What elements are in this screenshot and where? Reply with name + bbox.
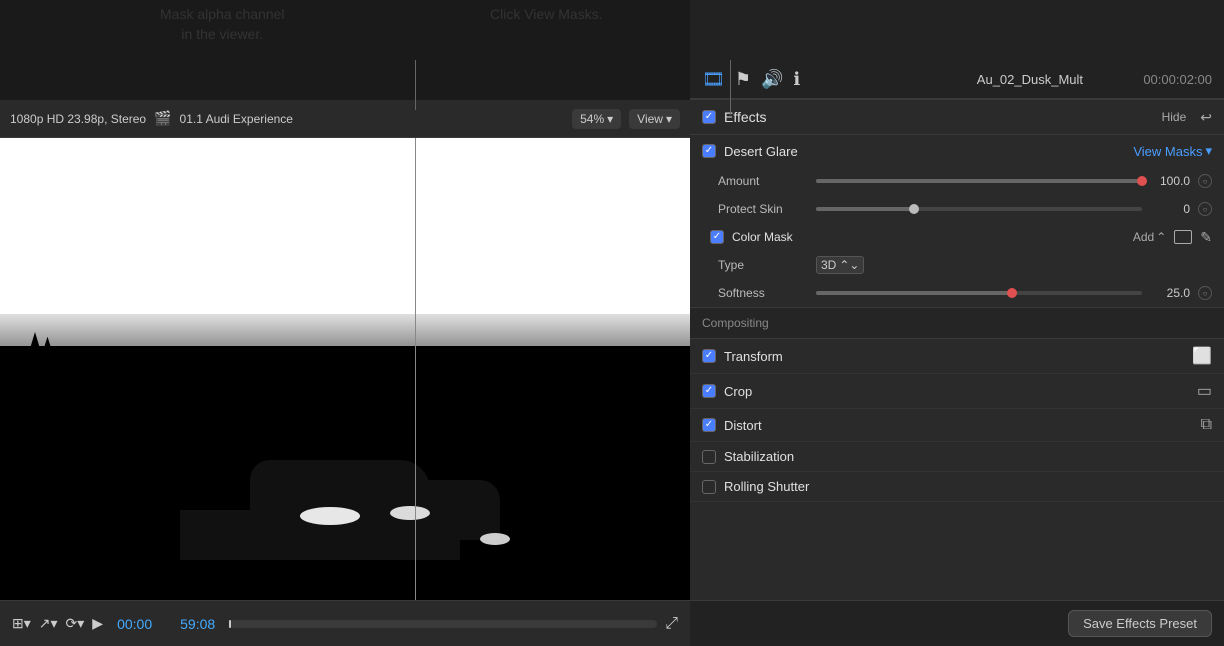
film-strip-icon[interactable]: 🎞 [702,69,725,90]
pointer-button[interactable]: ↗▾ [39,615,58,632]
protect-skin-slider[interactable] [816,207,1142,211]
crop-row: ✓ Crop ▭ [690,374,1224,409]
right-toolbar: 🎞 ⚑ 🔊 ℹ Au_02_Dusk_Mult 00:00:02:00 [690,61,1224,99]
rolling-shutter-checkbox[interactable] [702,480,716,494]
clip-duration: 00:00:02:00 [1143,72,1212,87]
timeline-progress [229,620,231,628]
protect-skin-label: Protect Skin [718,202,808,216]
annotation-left: Mask alpha channel in the viewer. [160,5,285,44]
softness-fill [816,291,1012,295]
right-panel: 🎞 ⚑ 🔊 ℹ Au_02_Dusk_Mult 00:00:02:00 ✓ Ef… [690,0,1224,646]
clip-name-text: 01.1 Audi Experience [180,112,293,126]
stabilization-row: Stabilization [690,442,1224,472]
info-icon[interactable]: ℹ [793,69,800,90]
protect-skin-thumb[interactable] [909,204,919,214]
speed-button[interactable]: ⟳▾ [66,615,85,632]
transform-row: ✓ Transform ⬜ [690,339,1224,374]
viewer-image [0,138,690,600]
rect-icon[interactable] [1174,230,1192,244]
softness-reset[interactable]: ○ [1198,286,1212,300]
annotation-area: Mask alpha channel in the viewer. Click … [0,0,690,100]
amount-value: 100.0 [1150,174,1190,188]
effects-header: ✓ Effects Hide ↩ [690,100,1224,135]
color-mask-row: ✓ Color Mask Add ⌃ ✎ [690,223,1224,251]
color-mask-name: Color Mask [732,230,1125,244]
timecode-total: 59:08 [180,616,215,632]
softness-row: Softness 25.0 ○ [690,279,1224,307]
transform-name: Transform [724,349,1184,364]
softness-label: Softness [718,286,808,300]
transport-bar: ⊞▾ ↗▾ ⟳▾ ▶ 00:00 59:08 ⤢ [0,600,690,646]
film-icon: 🎬 [154,110,171,127]
protect-skin-fill [816,207,914,211]
type-label: Type [718,258,808,272]
transform-checkbox[interactable]: ✓ [702,349,716,363]
compositing-header: Compositing [690,308,1224,339]
protect-skin-value: 0 [1150,202,1190,216]
annotation-space [690,0,1224,61]
crop-checkbox[interactable]: ✓ [702,384,716,398]
distort-icon[interactable]: ⧉ [1201,416,1212,434]
speaker-icon[interactable]: 🔊 [761,69,783,90]
eyedropper-icon[interactable]: ✎ [1200,229,1212,246]
flag-icon[interactable]: ⚑ [735,69,751,90]
distort-row: ✓ Distort ⧉ [690,409,1224,442]
transform-icon[interactable]: ⬜ [1192,346,1212,366]
amount-label: Amount [718,174,808,188]
vertical-line [415,138,416,600]
amount-fill [816,179,1142,183]
desert-glare-checkbox[interactable]: ✓ [702,144,716,158]
expand-button[interactable]: ⤢ [665,615,678,633]
desert-glare-row: ✓ Desert Glare View Masks ▾ [690,135,1224,167]
softness-thumb[interactable] [1007,288,1017,298]
distort-name: Distort [724,418,1193,433]
desert-glare-name: Desert Glare [724,144,1125,159]
format-text: 1080p HD 23.98p, Stereo [10,112,146,126]
color-mask-checkbox[interactable]: ✓ [710,230,724,244]
effects-checkbox[interactable]: ✓ [702,110,716,124]
save-effects-preset-button[interactable]: Save Effects Preset [1068,610,1212,637]
stabilization-name: Stabilization [724,449,1212,464]
rolling-shutter-row: Rolling Shutter [690,472,1224,502]
bottom-bar: Save Effects Preset [690,600,1224,646]
crop-name: Crop [724,384,1189,399]
timecode-current: 00:00 [117,616,152,632]
effects-title: Effects [724,109,1148,125]
desert-glare-section: ✓ Desert Glare View Masks ▾ Amount 100.0… [690,135,1224,308]
add-button[interactable]: Add ⌃ [1133,230,1166,244]
hide-button[interactable]: Hide [1156,108,1193,126]
amount-reset[interactable]: ○ [1198,174,1212,188]
amount-slider[interactable] [816,179,1142,183]
reset-button[interactable]: ↩ [1200,109,1212,126]
type-row: Type 3D ⌃⌄ [690,251,1224,279]
softness-value: 25.0 [1150,286,1190,300]
timeline-track[interactable] [229,620,657,628]
softness-slider[interactable] [816,291,1142,295]
protect-skin-row: Protect Skin 0 ○ [690,195,1224,223]
amount-thumb[interactable] [1137,176,1147,186]
crop-icon[interactable]: ▭ [1197,381,1212,401]
stabilization-checkbox[interactable] [702,450,716,464]
right-top-bar: 🎞 ⚑ 🔊 ℹ Au_02_Dusk_Mult 00:00:02:00 [690,0,1224,100]
rolling-shutter-name: Rolling Shutter [724,479,1212,494]
viewer-toolbar: 1080p HD 23.98p, Stereo 🎬 01.1 Audi Expe… [0,100,690,138]
play-button[interactable]: ▶ [92,615,103,632]
annotation-right: Click View Masks. [490,5,603,25]
distort-checkbox[interactable]: ✓ [702,418,716,432]
effects-panel: ✓ Effects Hide ↩ ✓ Desert Glare View Mas… [690,100,1224,600]
clip-name: Au_02_Dusk_Mult [977,72,1134,87]
view-masks-button[interactable]: View Masks ▾ [1133,143,1212,159]
amount-row: Amount 100.0 ○ [690,167,1224,195]
viewer-area [0,138,690,600]
type-select[interactable]: 3D ⌃⌄ [816,256,864,274]
layout-button[interactable]: ⊞▾ [12,615,31,632]
protect-skin-reset[interactable]: ○ [1198,202,1212,216]
zoom-button[interactable]: 54% ▾ [572,109,621,129]
view-button[interactable]: View ▾ [629,109,680,129]
